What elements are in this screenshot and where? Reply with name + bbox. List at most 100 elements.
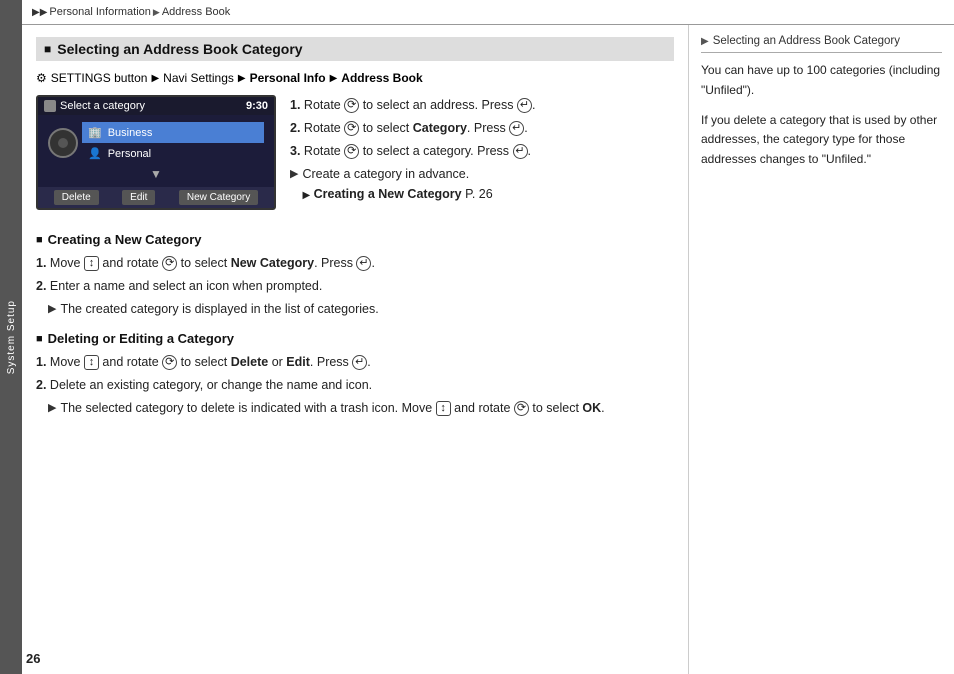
deleting-step-1: 1. Move ↕ and rotate ⟳ to select Delete … bbox=[36, 352, 674, 372]
screen-body: 🏢 Business 👤 Personal bbox=[38, 115, 274, 187]
screen-time: 9:30 bbox=[246, 100, 268, 112]
right-panel: ▶ Selecting an Address Book Category You… bbox=[689, 25, 954, 674]
deleting-step1-num: 1. bbox=[36, 355, 46, 369]
step1-num: 1. bbox=[290, 98, 300, 112]
knob-icon-1: ⟳ bbox=[344, 98, 359, 113]
new-category-text: New Category bbox=[231, 256, 314, 270]
nav-settings: SETTINGS button bbox=[51, 71, 148, 85]
deleting-heading-text: Deleting or Editing a Category bbox=[48, 331, 234, 346]
personal-label: Personal bbox=[108, 148, 151, 160]
nav-arrow3: ▶ bbox=[330, 73, 338, 84]
move-icon-3: ↕ bbox=[436, 401, 451, 416]
deleting-step2-num: 2. bbox=[36, 378, 46, 392]
section-heading: Selecting an Address Book Category bbox=[36, 37, 674, 61]
push-icon-5: ↵ bbox=[352, 355, 367, 370]
right-panel-text: You can have up to 100 categories (inclu… bbox=[701, 61, 942, 170]
deleting-heading: Deleting or Editing a Category bbox=[36, 331, 674, 346]
panel-header-icon: ▶ bbox=[701, 36, 709, 47]
right-panel-para1: You can have up to 100 categories (inclu… bbox=[701, 61, 942, 101]
nav-path: ⚙ SETTINGS button ▶ Navi Settings ▶ Pers… bbox=[36, 71, 674, 85]
sub-step-link-icon: ▶ bbox=[302, 190, 310, 201]
sub-step-page: P. 26 bbox=[465, 187, 493, 201]
nav-step3: Address Book bbox=[341, 71, 422, 85]
creating-sub-step: ▶ The created category is displayed in t… bbox=[48, 299, 674, 319]
push-icon-4: ↵ bbox=[356, 256, 371, 271]
content-area: Selecting an Address Book Category ⚙ SET… bbox=[22, 25, 954, 674]
sub-step-link: Creating a New Category bbox=[314, 187, 462, 201]
ok-text: OK bbox=[582, 401, 601, 415]
screen-container: Select a category 9:30 bbox=[36, 95, 276, 210]
delete-text: Delete bbox=[231, 355, 269, 369]
settings-icon: ⚙ bbox=[36, 71, 47, 85]
delete-btn[interactable]: Delete bbox=[54, 190, 99, 205]
right-panel-title: Selecting an Address Book Category bbox=[713, 35, 900, 47]
main-content: ▶▶ Personal Information ▶ Address Book S… bbox=[22, 0, 954, 674]
edit-btn[interactable]: Edit bbox=[122, 190, 155, 205]
deleting-steps: 1. Move ↕ and rotate ⟳ to select Delete … bbox=[36, 352, 674, 418]
knob-icon-4: ⟳ bbox=[162, 256, 177, 271]
business-icon: 🏢 bbox=[88, 126, 102, 139]
right-panel-para2: If you delete a category that is used by… bbox=[701, 111, 942, 170]
creating-heading-text: Creating a New Category bbox=[48, 232, 202, 247]
push-icon-1: ↵ bbox=[517, 98, 532, 113]
edit-text: Edit bbox=[286, 355, 310, 369]
push-icon-3: ↵ bbox=[513, 144, 528, 159]
knob-icon-3: ⟳ bbox=[344, 144, 359, 159]
creating-step-1: 1. Move ↕ and rotate ⟳ to select New Cat… bbox=[36, 253, 674, 273]
creating-steps: 1. Move ↕ and rotate ⟳ to select New Cat… bbox=[36, 253, 674, 319]
creating-section: Creating a New Category 1. Move ↕ and ro… bbox=[36, 232, 674, 319]
creating-heading: Creating a New Category bbox=[36, 232, 674, 247]
screen-title: Select a category bbox=[60, 100, 145, 112]
knob-icon-5: ⟳ bbox=[162, 355, 177, 370]
creating-step-2: 2. Enter a name and select an icon when … bbox=[36, 276, 674, 296]
nav-step1: Navi Settings bbox=[163, 71, 234, 85]
deleting-sub-step: ▶ The selected category to delete is ind… bbox=[48, 398, 674, 418]
screen-nav-row: ▼ bbox=[42, 165, 270, 183]
deleting-step2-text: Delete an existing category, or change t… bbox=[50, 378, 372, 392]
breadcrumb-arrow2: ▶ bbox=[153, 7, 160, 18]
right-panel-header: ▶ Selecting an Address Book Category bbox=[701, 35, 942, 53]
breadcrumb: ▶▶ Personal Information ▶ Address Book bbox=[22, 0, 954, 25]
screen-image: Select a category 9:30 bbox=[36, 95, 276, 210]
screen-and-steps: Select a category 9:30 bbox=[36, 95, 674, 220]
breadcrumb-item1: Personal Information bbox=[49, 6, 151, 18]
step3-num: 3. bbox=[290, 144, 300, 158]
creating-sub-text: The created category is displayed in the… bbox=[60, 299, 378, 319]
screen-footer: Delete Edit New Category bbox=[38, 187, 274, 208]
deleting-sub-arrow: ▶ bbox=[48, 400, 56, 418]
nav-arrow1: ▶ bbox=[151, 73, 159, 84]
new-category-btn[interactable]: New Category bbox=[179, 190, 258, 205]
section-title: Selecting an Address Book Category bbox=[57, 41, 302, 57]
creating-sub-arrow: ▶ bbox=[48, 301, 56, 319]
deleting-step-2: 2. Delete an existing category, or chang… bbox=[36, 375, 674, 395]
sub-step-arrow: ▶ bbox=[290, 166, 298, 184]
deleting-section: Deleting or Editing a Category 1. Move ↕… bbox=[36, 331, 674, 418]
move-icon-1: ↕ bbox=[84, 256, 99, 271]
sidebar-label: System Setup bbox=[6, 300, 17, 374]
step2-num: 2. bbox=[290, 121, 300, 135]
category-personal: 👤 Personal bbox=[82, 143, 264, 164]
nav-step2: Personal Info bbox=[250, 71, 326, 85]
left-content: Selecting an Address Book Category ⚙ SET… bbox=[22, 25, 689, 674]
creating-step1-num: 1. bbox=[36, 256, 46, 270]
screen-header: Select a category 9:30 bbox=[38, 97, 274, 115]
knob-icon-6: ⟳ bbox=[514, 401, 529, 416]
creating-step2-text: Enter a name and select an icon when pro… bbox=[50, 279, 322, 293]
breadcrumb-item2: Address Book bbox=[162, 6, 230, 18]
nav-arrow2: ▶ bbox=[238, 73, 246, 84]
sub-step-create: ▶ Create a category in advance. ▶ Creati… bbox=[290, 164, 674, 204]
sub-step-text: Create a category in advance. ▶ Creating… bbox=[302, 164, 492, 204]
step2-bold: Category bbox=[413, 121, 467, 135]
push-icon-2: ↵ bbox=[509, 121, 524, 136]
category-business: 🏢 Business bbox=[82, 122, 264, 143]
sidebar: System Setup bbox=[0, 0, 22, 674]
creating-step2-num: 2. bbox=[36, 279, 46, 293]
page-number: 26 bbox=[26, 651, 40, 666]
move-icon-2: ↕ bbox=[84, 355, 99, 370]
nav-triangle: ▼ bbox=[150, 167, 162, 181]
personal-icon: 👤 bbox=[88, 147, 102, 160]
knob-icon-2: ⟳ bbox=[344, 121, 359, 136]
deleting-sub-text: The selected category to delete is indic… bbox=[60, 398, 604, 418]
business-label: Business bbox=[108, 127, 153, 139]
breadcrumb-arrow1: ▶▶ bbox=[32, 7, 47, 18]
